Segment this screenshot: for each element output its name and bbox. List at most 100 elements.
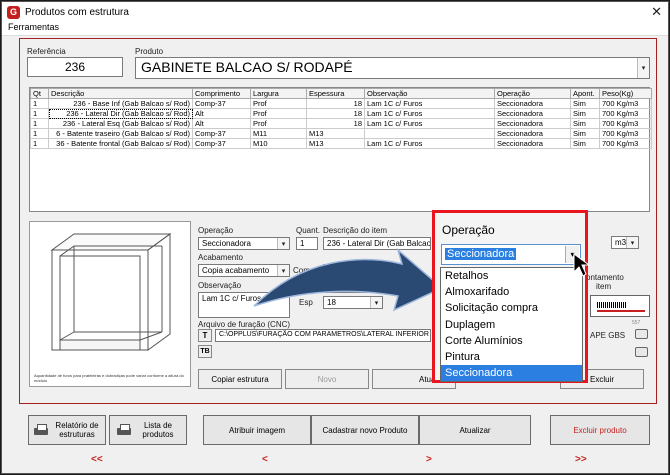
esp-value: 18 xyxy=(327,298,336,307)
atualizar-button[interactable]: Atualizar xyxy=(419,415,531,445)
cell-apont: Sim xyxy=(570,128,600,139)
cell-qt: 1 xyxy=(30,98,49,109)
cell-obs: Lam 1C c/ Furos xyxy=(364,118,495,129)
cell-desc: 236 - Lateral Esq (Gab Balcao s/ Rod) xyxy=(48,118,193,129)
nav-first-button[interactable]: << xyxy=(91,454,103,465)
esp-select[interactable]: 18 ▾ xyxy=(323,296,383,309)
menu-bar: Ferramentas xyxy=(2,22,668,36)
unit-select[interactable]: m3 ▾ xyxy=(611,236,639,249)
cell-peso: 700 Kg/m3 xyxy=(599,118,652,129)
operacao-select[interactable]: Seccionadora ▾ xyxy=(198,237,290,250)
table-row[interactable]: 1 36 - Batente frontal (Gab Balcao s/ Ro… xyxy=(30,138,652,149)
lista-label: Lista de produtos xyxy=(142,421,174,439)
comp-extra-select[interactable]: ▾ xyxy=(387,264,415,277)
col-espessura[interactable]: Espessura xyxy=(306,88,365,99)
option-retalhos[interactable]: Retalhos xyxy=(441,268,582,284)
comp-value: Alt xyxy=(327,266,337,275)
chevron-down-icon[interactable]: ▾ xyxy=(277,265,289,276)
excluir-produto-button[interactable]: Excluir produto xyxy=(550,415,650,445)
image-caption: Aquantidade de furos para prateleiras e … xyxy=(34,373,184,383)
comp-select[interactable]: Alt ▾ xyxy=(323,264,383,277)
cell-comp: Comp-37 xyxy=(192,138,251,149)
cell-esp: 18 xyxy=(306,98,365,109)
cell-oper: Seccionadora xyxy=(494,98,571,109)
copiar-estrutura-button[interactable]: Copiar estrutura xyxy=(198,369,282,389)
table-row[interactable]: 1 236 - Lateral Dir (Gab Balcao s/ Rod) … xyxy=(30,108,652,119)
text-block-button[interactable]: TB xyxy=(198,345,212,358)
cell-apont: Sim xyxy=(570,138,600,149)
cabinet-image xyxy=(50,233,172,351)
operacao-dropdown-zoom: Operação Seccionadora ▾ Retalhos Almoxar… xyxy=(432,210,588,383)
cnc-label: Arquivo de furação (CNC) xyxy=(198,320,291,329)
relatorio-label: Relatório de estruturas xyxy=(55,421,99,439)
cnc-path-field[interactable]: C:\OPPLUS\FURAÇÃO COM PARAMETROS\LATERAL… xyxy=(215,329,431,342)
cell-obs xyxy=(364,128,495,139)
observacao-field[interactable]: Lam 1C c/ Furos xyxy=(198,292,290,318)
cell-larg: Prof xyxy=(250,118,307,129)
produto-field[interactable]: GABINETE BALCAO S/ RODAPÉ ▾ xyxy=(135,57,650,79)
title-bar: G Produtos com estrutura ✕ xyxy=(2,2,668,22)
larg-select[interactable]: Prof ▾ xyxy=(323,280,383,293)
cell-apont: Sim xyxy=(570,108,600,119)
chevron-down-icon[interactable]: ▾ xyxy=(370,281,382,292)
cell-qt: 1 xyxy=(30,138,49,149)
folder-icon[interactable] xyxy=(635,329,648,339)
operacao-label: Operação xyxy=(198,226,234,235)
col-peso[interactable]: Peso(Kg) xyxy=(599,88,652,99)
option-seccionadora[interactable]: Seccionadora xyxy=(441,365,582,382)
nav-last-button[interactable]: >> xyxy=(575,454,587,465)
cell-peso: 700 Kg/m3 xyxy=(599,128,652,139)
chevron-down-icon[interactable]: ▾ xyxy=(370,297,382,308)
folder-icon[interactable] xyxy=(635,347,648,357)
descricao-field[interactable]: 236 - Lateral Dir (Gab Balcao s/ xyxy=(323,237,431,250)
cell-comp: Alt xyxy=(192,118,251,129)
cell-peso: 700 Kg/m3 xyxy=(599,98,652,109)
popup-operacao-select[interactable]: Seccionadora ▾ xyxy=(441,244,581,265)
table-row[interactable]: 1 6 - Batente traseiro (Gab Balcao s/ Ro… xyxy=(30,128,652,139)
option-solicitacao-compra[interactable]: Solicitação compra xyxy=(441,300,582,316)
chevron-down-icon[interactable]: ▾ xyxy=(402,265,414,276)
chevron-down-icon[interactable]: ▾ xyxy=(626,237,638,248)
text-format-button[interactable]: T xyxy=(198,329,212,342)
col-descricao[interactable]: Descrição xyxy=(48,88,193,99)
novo-button[interactable]: Novo xyxy=(285,369,369,389)
nav-prev-button[interactable]: < xyxy=(262,454,268,465)
relatorio-estruturas-button[interactable]: Relatório de estruturas xyxy=(28,415,106,445)
cnc-right-label: APE GBS xyxy=(590,331,626,340)
acabamento-select[interactable]: Copia acabamento ▾ xyxy=(198,264,290,277)
chevron-down-icon[interactable]: ▾ xyxy=(370,265,382,276)
col-qt[interactable]: Qt xyxy=(30,88,49,99)
counter-label: 557 xyxy=(632,320,641,326)
atribuir-imagem-button[interactable]: Atribuir imagem xyxy=(203,415,311,445)
referencia-field[interactable]: 236 xyxy=(27,57,123,77)
cell-obs: Lam 1C c/ Furos xyxy=(364,138,495,149)
quant-field[interactable]: 1 xyxy=(296,237,318,250)
cadastrar-produto-button[interactable]: Cadastrar novo Produto xyxy=(311,415,419,445)
printer-icon xyxy=(116,423,132,437)
menu-ferramentas[interactable]: Ferramentas xyxy=(8,22,59,32)
col-largura[interactable]: Largura xyxy=(250,88,307,99)
cell-apont: Sim xyxy=(570,118,600,129)
cell-comp: Comp-37 xyxy=(192,128,251,139)
col-apont[interactable]: Apont. xyxy=(570,88,600,99)
nav-next-button[interactable]: > xyxy=(426,454,432,465)
produto-label: Produto xyxy=(135,47,164,56)
col-observacao[interactable]: Observação xyxy=(364,88,495,99)
option-almoxarifado[interactable]: Almoxarifado xyxy=(441,284,582,300)
col-operacao[interactable]: Operação xyxy=(494,88,571,99)
cell-esp: M13 xyxy=(306,128,365,139)
esp-label: Esp xyxy=(299,298,313,307)
table-row[interactable]: 1 236 - Base Inf (Gab Balcao s/ Rod) Com… xyxy=(30,98,652,109)
col-comprimento[interactable]: Comprimento xyxy=(192,88,251,99)
lista-produtos-button[interactable]: Lista de produtos xyxy=(109,415,187,445)
chevron-down-icon[interactable]: ▾ xyxy=(277,238,289,249)
table-row[interactable]: 1 236 - Lateral Esq (Gab Balcao s/ Rod) … xyxy=(30,118,652,129)
option-duplagem[interactable]: Duplagem xyxy=(441,317,582,333)
option-corte-aluminios[interactable]: Corte Alumínios xyxy=(441,333,582,349)
popup-title: Operação xyxy=(442,223,495,237)
chevron-down-icon[interactable]: ▾ xyxy=(637,58,649,78)
chevron-down-icon[interactable]: ▾ xyxy=(565,246,579,263)
cell-apont: Sim xyxy=(570,98,600,109)
close-icon[interactable]: ✕ xyxy=(651,4,662,20)
option-pintura[interactable]: Pintura xyxy=(441,349,582,365)
